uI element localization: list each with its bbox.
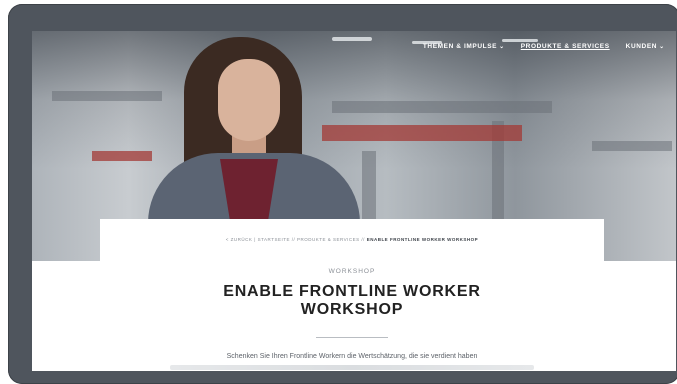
- intro-text-faded-line: [170, 365, 534, 370]
- breadcrumb-trail[interactable]: STARTSEITE // PRODUKTE & SERVICES //: [258, 237, 365, 242]
- main-nav: THEMEN & IMPULSE ⌄ PRODUKTE & SERVICES KU…: [423, 43, 676, 50]
- nav-item-themen[interactable]: THEMEN & IMPULSE ⌄: [423, 43, 505, 50]
- page-title-line2: WORKSHOP: [300, 301, 404, 318]
- content-card: < ZURÜCK | STARTSEITE // PRODUKTE & SERV…: [100, 219, 604, 371]
- device-frame: THEMEN & IMPULSE ⌄ PRODUKTE & SERVICES KU…: [8, 4, 677, 384]
- breadcrumb-current: ENABLE FRONTLINE WORKER WORKSHOP: [366, 237, 479, 242]
- worker-face: [218, 59, 280, 141]
- breadcrumb: < ZURÜCK | STARTSEITE // PRODUKTE & SERV…: [100, 237, 604, 242]
- back-link[interactable]: < ZURÜCK: [226, 237, 253, 242]
- breadcrumb-separator: |: [254, 237, 256, 242]
- page-title: ENABLE FRONTLINE WORKER WORKSHOP: [100, 283, 604, 319]
- chevron-down-icon: ⌄: [499, 44, 505, 50]
- intro-text: Schenken Sie Ihren Frontline Workern die…: [226, 353, 478, 360]
- title-divider: [316, 337, 388, 338]
- browser-screen: THEMEN & IMPULSE ⌄ PRODUKTE & SERVICES KU…: [32, 31, 676, 371]
- nav-item-produkte[interactable]: PRODUKTE & SERVICES: [521, 43, 610, 50]
- page-eyebrow: WORKSHOP: [328, 268, 376, 275]
- page-title-line1: ENABLE FRONTLINE WORKER: [223, 283, 481, 300]
- chevron-down-icon: ⌄: [659, 44, 665, 50]
- nav-item-kunden[interactable]: KUNDEN ⌄: [626, 43, 665, 50]
